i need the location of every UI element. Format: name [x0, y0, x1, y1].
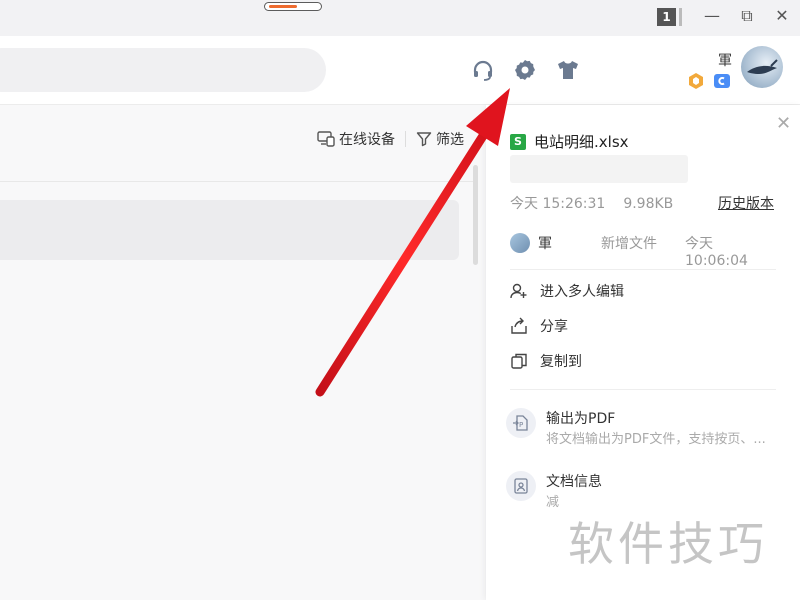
watermark-text: 软件技巧 — [568, 517, 768, 571]
document-info-title: 文档信息 — [546, 474, 602, 490]
tshirt-icon[interactable] — [556, 58, 580, 82]
top-toolbar: 軍 — [0, 36, 800, 105]
file-list-pane: 在线设备 筛选 — [0, 105, 485, 600]
file-size: 9.98KB — [623, 196, 674, 212]
filter-button[interactable]: 筛选 — [416, 129, 464, 149]
scrollbar[interactable] — [473, 165, 478, 265]
spreadsheet-file-icon: S — [510, 134, 526, 150]
history-versions-link[interactable]: 历史版本 — [718, 193, 774, 213]
title-bar: 1 — ⧉ ✕ — [0, 0, 800, 36]
panel-divider — [510, 269, 776, 270]
export-pdf-title: 输出为PDF — [546, 411, 616, 427]
svg-text:P: P — [519, 421, 523, 429]
selected-file-row[interactable] — [0, 200, 459, 260]
headset-icon[interactable] — [471, 58, 495, 82]
copy-icon — [511, 353, 527, 369]
devices-icon — [317, 131, 335, 147]
avatar[interactable] — [741, 46, 783, 88]
online-devices-label: 在线设备 — [339, 132, 395, 148]
export-pdf-action[interactable]: P 输出为PDF 将文档输出为PDF文件，支持按页、... — [506, 408, 786, 448]
multi-edit-action[interactable]: 进入多人编辑 — [510, 281, 624, 301]
close-window-button[interactable]: ✕ — [771, 6, 793, 26]
cloud-badge-icon[interactable] — [713, 72, 731, 90]
sync-progress-fill — [269, 4, 297, 8]
author-name: 軍 — [538, 236, 552, 252]
activity-action: 新增文件 — [601, 236, 657, 252]
file-meta: 今天 15:26:31 9.98KB — [510, 193, 673, 213]
document-info-subtitle: 减 — [546, 495, 560, 510]
window-count-badge[interactable]: 1 — [657, 8, 682, 26]
share-icon — [511, 317, 527, 334]
multi-edit-label: 进入多人编辑 — [540, 284, 624, 300]
panel-divider — [510, 389, 776, 390]
share-label: 分享 — [540, 319, 568, 335]
search-input[interactable] — [0, 48, 326, 92]
copy-to-action[interactable]: 复制到 — [510, 351, 582, 371]
restore-button[interactable]: ⧉ — [736, 6, 758, 26]
copy-to-label: 复制到 — [540, 354, 582, 370]
filter-label: 筛选 — [436, 132, 464, 148]
activity-row: 軍 新增文件 今天 10:06:04 — [510, 233, 778, 269]
gear-icon[interactable] — [513, 58, 537, 82]
file-modified-time: 今天 15:26:31 — [510, 196, 606, 212]
user-name: 軍 — [718, 53, 732, 69]
filter-icon — [416, 132, 432, 147]
window-count-label: 1 — [657, 8, 676, 26]
sync-progress-indicator[interactable] — [264, 2, 322, 11]
file-path-placeholder — [510, 155, 688, 183]
export-pdf-subtitle: 将文档输出为PDF文件，支持按页、... — [546, 432, 766, 447]
file-name: 电站明细.xlsx — [534, 133, 629, 151]
list-header-divider — [0, 181, 475, 182]
document-info-icon — [506, 471, 536, 501]
toolbar-divider — [405, 131, 406, 147]
vip-badge-icon[interactable] — [687, 72, 705, 90]
avatar-whale-icon — [747, 59, 778, 74]
close-panel-icon[interactable]: ✕ — [776, 113, 791, 134]
export-pdf-icon: P — [506, 408, 536, 438]
share-action[interactable]: 分享 — [510, 316, 568, 336]
online-devices-button[interactable]: 在线设备 — [317, 129, 395, 149]
minimize-button[interactable]: — — [701, 6, 723, 26]
document-info-action[interactable]: 文档信息 减 — [506, 471, 786, 511]
activity-time: 今天 10:06:04 — [685, 236, 748, 269]
add-user-icon — [510, 283, 527, 299]
author-avatar — [510, 233, 530, 253]
